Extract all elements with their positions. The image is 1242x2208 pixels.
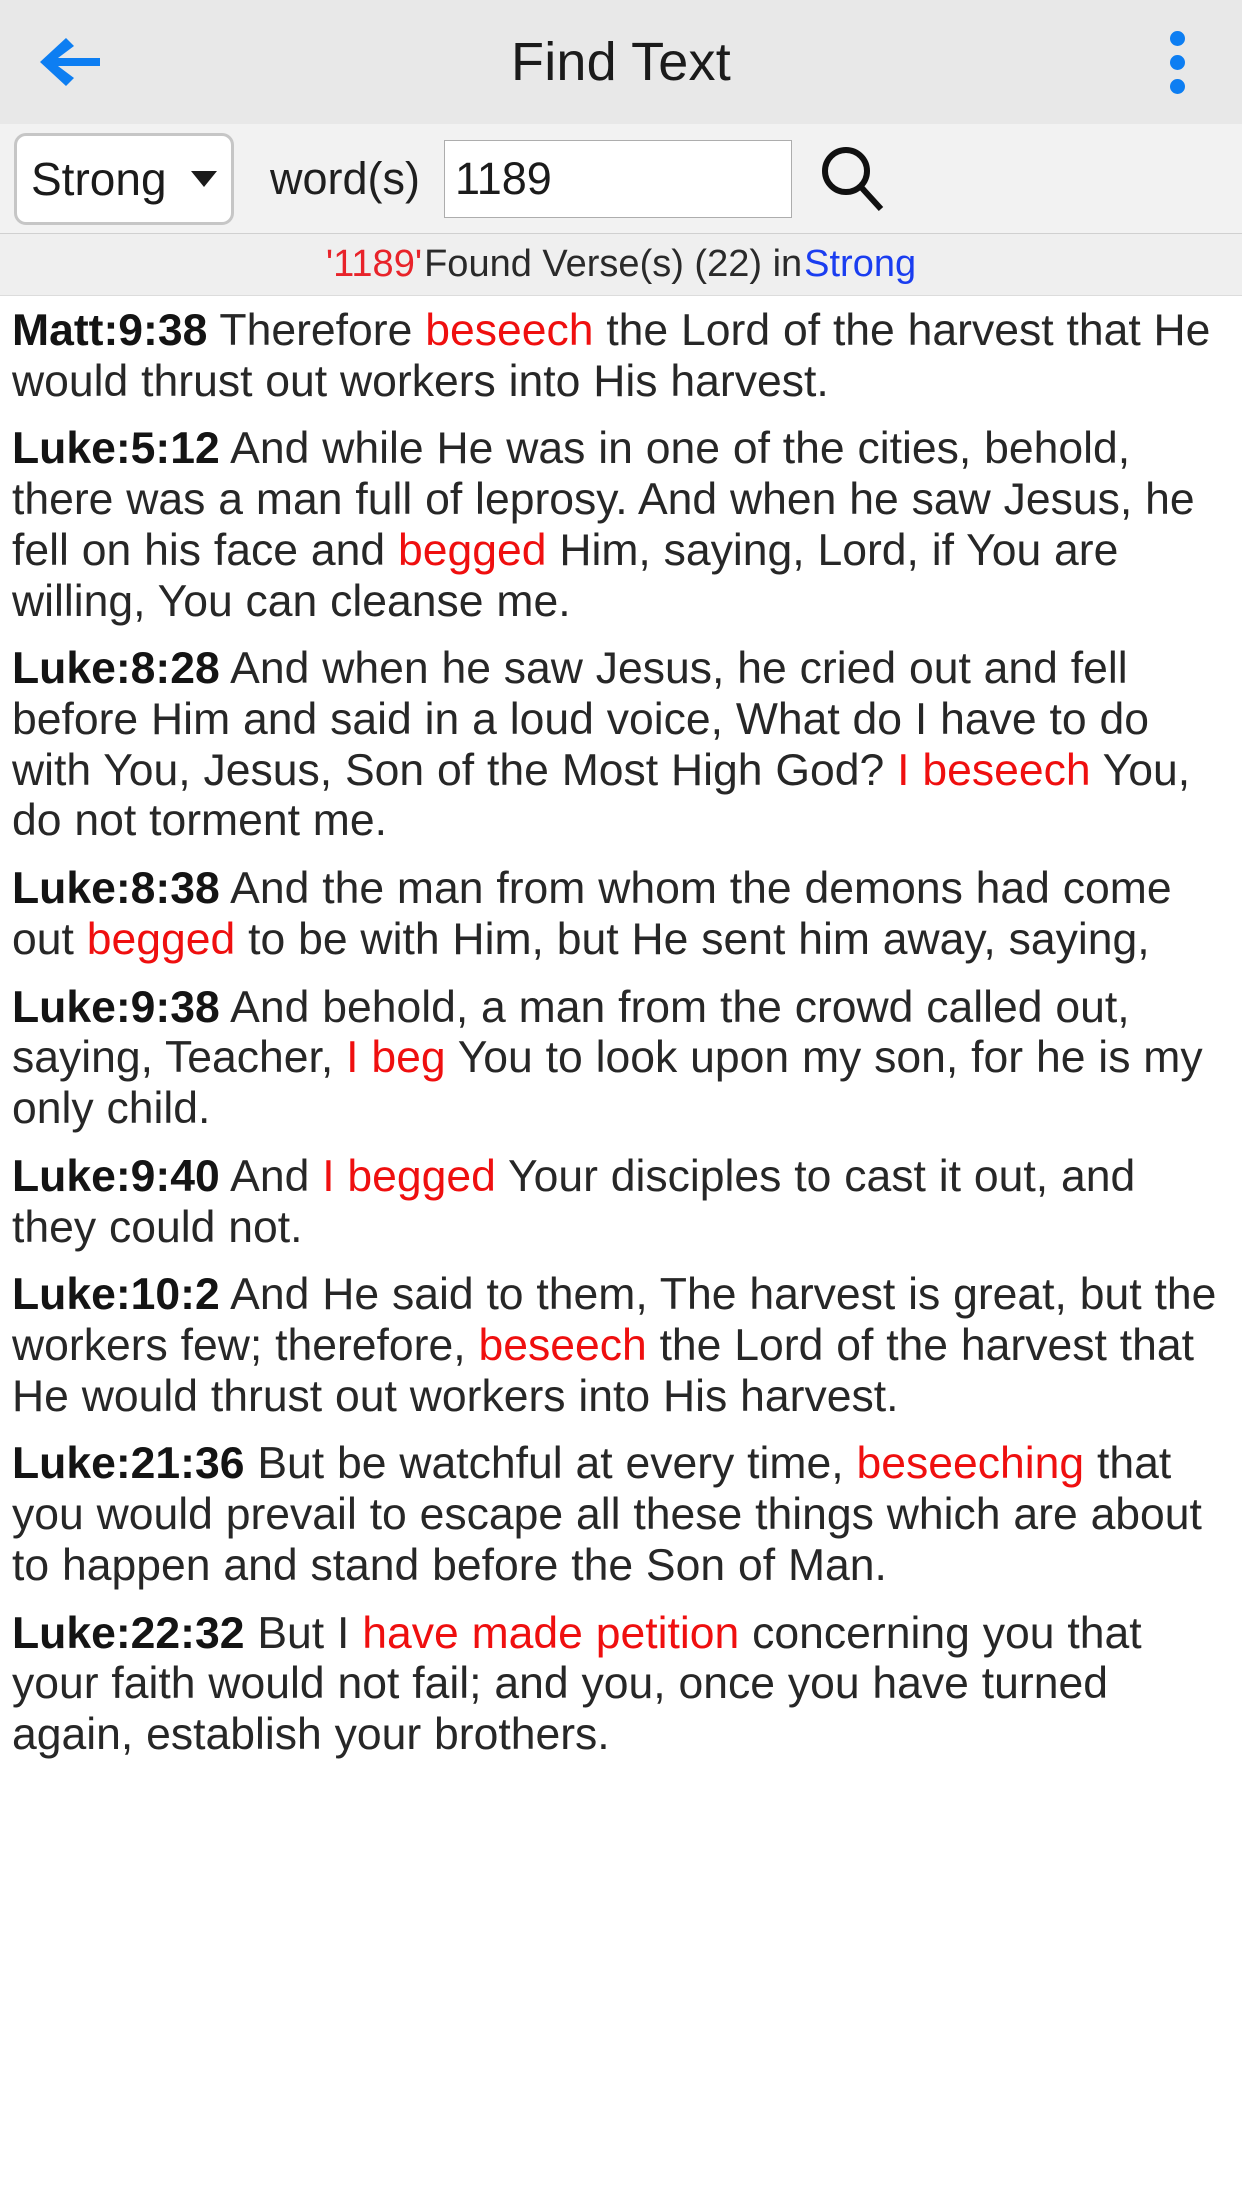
more-vertical-icon xyxy=(1169,30,1185,46)
verse-highlight: have made petition xyxy=(362,1608,740,1658)
verse-text: But be watchful at every time, xyxy=(244,1439,857,1489)
verse-reference[interactable]: Luke:5:12 xyxy=(12,424,220,473)
verse-highlight: beseech xyxy=(425,306,594,355)
verse-highlight: begged xyxy=(86,914,236,964)
verse-highlight: I beg xyxy=(346,1033,446,1083)
verse-item[interactable]: Luke:21:36 But be watchful at every time… xyxy=(12,1439,1230,1591)
verse-text: Therefore xyxy=(207,306,426,355)
back-button[interactable] xyxy=(0,0,140,124)
overflow-menu-button[interactable] xyxy=(1112,0,1242,124)
search-button[interactable] xyxy=(792,124,912,234)
results-query: '1189' xyxy=(325,243,423,285)
search-input[interactable] xyxy=(444,139,793,218)
results-scope-link[interactable]: Strong xyxy=(804,243,916,286)
verse-text: And xyxy=(219,1151,323,1201)
verse-item[interactable]: Luke:9:40 And I begged Your disciples to… xyxy=(12,1152,1230,1253)
verse-item[interactable]: Matt:9:38 Therefore beseech the Lord of … xyxy=(12,306,1230,407)
verse-highlight: beseech xyxy=(478,1320,647,1370)
verse-text: But I xyxy=(244,1608,363,1658)
verse-reference[interactable]: Matt:9:38 xyxy=(12,306,207,355)
verse-reference[interactable]: Luke:8:28 xyxy=(12,644,220,693)
more-vertical-icon xyxy=(1169,78,1185,94)
page-title: Find Text xyxy=(511,32,731,92)
words-label: word(s) xyxy=(270,152,421,204)
verse-highlight: I begged xyxy=(322,1151,496,1201)
verse-item[interactable]: Luke:22:32 But I have made petition conc… xyxy=(12,1609,1230,1761)
search-scope-dropdown[interactable]: Strong xyxy=(14,132,234,225)
verse-reference[interactable]: Luke:10:2 xyxy=(12,1270,220,1319)
verse-highlight: I beseech xyxy=(897,745,1091,795)
app-bar: Find Text xyxy=(0,0,1242,124)
search-icon xyxy=(822,146,884,211)
verse-reference[interactable]: Luke:8:38 xyxy=(12,864,220,913)
search-bar: Strong word(s) xyxy=(0,124,1242,234)
verse-reference[interactable]: Luke:21:36 xyxy=(12,1439,245,1488)
verse-item[interactable]: Luke:8:28 And when he saw Jesus, he crie… xyxy=(12,644,1230,847)
search-scope-value: Strong xyxy=(31,152,167,205)
verse-reference[interactable]: Luke:9:40 xyxy=(12,1152,220,1201)
verse-reference[interactable]: Luke:9:38 xyxy=(12,983,220,1032)
verse-highlight: begged xyxy=(397,525,547,575)
verse-reference[interactable]: Luke:22:32 xyxy=(12,1609,245,1658)
verse-item[interactable]: Luke:8:38 And the man from whom the demo… xyxy=(12,864,1230,965)
verse-results-list: Matt:9:38 Therefore beseech the Lord of … xyxy=(0,296,1242,2208)
find-text-screen: Find Text Strong word(s) '1189' Found Ve… xyxy=(0,0,1242,2208)
chevron-down-icon xyxy=(191,170,217,187)
verse-item[interactable]: Luke:5:12 And while He was in one of the… xyxy=(12,424,1230,627)
results-summary: '1189' Found Verse(s) (22) in Strong xyxy=(0,234,1242,296)
results-count-text: Found Verse(s) (22) in xyxy=(424,243,803,285)
verse-item[interactable]: Luke:10:2 And He said to them, The harve… xyxy=(12,1270,1230,1422)
arrow-left-icon xyxy=(40,38,100,86)
verse-highlight: beseeching xyxy=(856,1439,1085,1489)
verse-text: to be with Him, but He sent him away, sa… xyxy=(235,914,1150,964)
more-vertical-icon xyxy=(1169,54,1185,70)
verse-item[interactable]: Luke:9:38 And behold, a man from the cro… xyxy=(12,983,1230,1135)
